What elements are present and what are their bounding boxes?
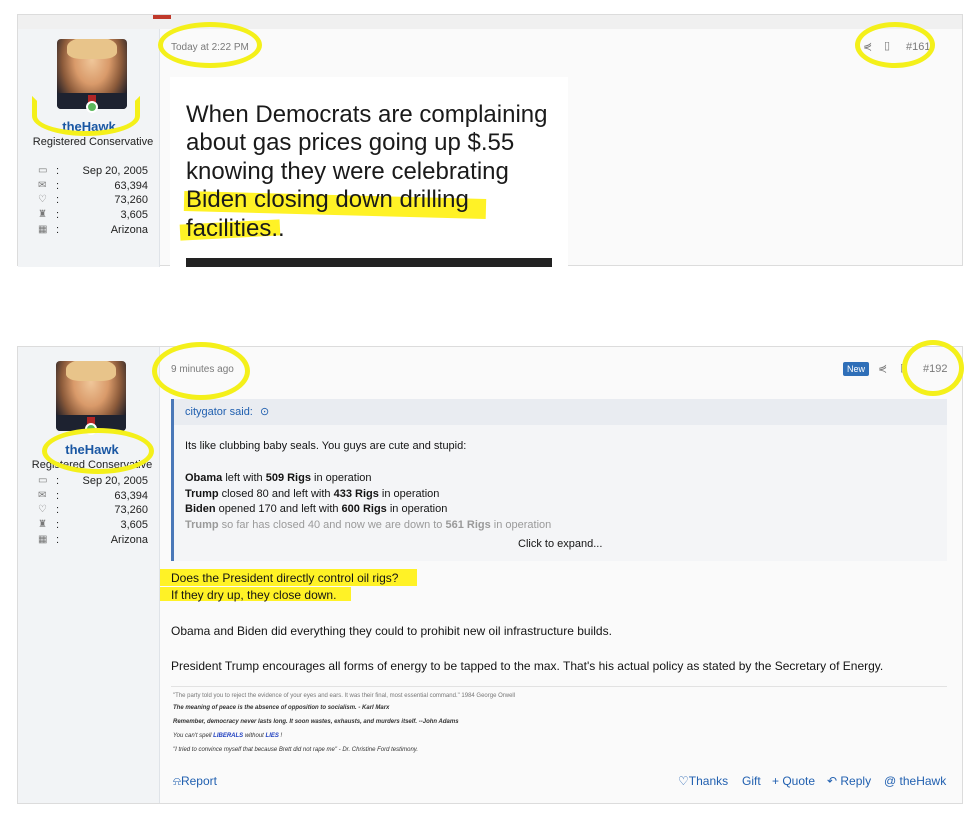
- user-stat-row: ▦: Arizona: [38, 534, 148, 547]
- stat-value: 63,394: [114, 489, 148, 502]
- stat-value: 3,605: [120, 209, 148, 222]
- user-title: Registered Conservative: [32, 136, 154, 148]
- signature-text: without: [243, 733, 266, 739]
- body-line-3: Obama and Biden did everything they coul…: [171, 624, 612, 638]
- signature-text: You can't spell: [173, 733, 214, 739]
- user-stat-row: ♡: 73,260: [38, 504, 148, 517]
- user-stat-row: ♜: 3,605: [38, 519, 148, 532]
- highlight-circle-post-number: [902, 340, 964, 396]
- quote-rig-line: Obama left with 509 Rigs in operation: [185, 472, 372, 484]
- user-stat-row: ✉: 63,394: [38, 180, 148, 193]
- user-sidebar: theHawk Registered Conservative ▭: Sep 20…: [18, 29, 160, 267]
- stat-value: Sep 20, 2005: [82, 475, 148, 487]
- trophy-icon: ♜: [38, 209, 47, 221]
- stat-colon: :: [56, 209, 60, 222]
- stat-colon: :: [56, 475, 60, 487]
- messages-icon: ✉: [38, 489, 47, 501]
- share-icon[interactable]: ⋞: [878, 362, 887, 375]
- user-sidebar: theHawk Registered Conservative ▭: Sep 20…: [18, 347, 160, 803]
- reactions-icon: ♡: [38, 194, 47, 206]
- trophy-icon: ♜: [38, 519, 47, 531]
- stat-colon: :: [56, 223, 60, 236]
- quote-author[interactable]: citygator said:: [185, 406, 253, 418]
- mention-button[interactable]: @ theHawk: [884, 774, 946, 788]
- map-icon: ▦: [38, 223, 48, 235]
- bell-icon: ⍾: [173, 774, 181, 788]
- click-to-expand[interactable]: Click to expand...: [518, 538, 602, 550]
- stat-value: Arizona: [110, 533, 148, 546]
- stat-value: 63,394: [114, 179, 148, 192]
- highlight-circle-username: [32, 96, 140, 136]
- thanks-button[interactable]: ♡Thanks: [678, 774, 728, 788]
- messages-icon: ✉: [38, 179, 47, 191]
- signature-liberals: LIBERALS: [213, 733, 244, 739]
- stat-value: 73,260: [114, 194, 148, 207]
- calendar-icon: ▭: [38, 475, 48, 486]
- stat-colon: :: [56, 179, 60, 192]
- arrow-up-circle-icon[interactable]: ⊙: [260, 405, 269, 418]
- meme-line-4: Biden closing down drilling: [186, 186, 469, 213]
- post-192: theHawk Registered Conservative ▭: Sep 20…: [17, 346, 963, 804]
- signature-lies: LIES: [265, 733, 279, 739]
- highlight-circle-post-number: [855, 22, 935, 68]
- at-icon: @: [884, 774, 900, 788]
- meme-line-5: facilities..: [186, 215, 285, 242]
- stat-colon: :: [56, 194, 60, 207]
- meme-image[interactable]: When Democrats are complaining about gas…: [170, 77, 568, 267]
- stat-value: Arizona: [110, 223, 148, 236]
- map-icon: ▦: [38, 533, 48, 545]
- meme-line-3: knowing they were celebrating: [186, 158, 509, 185]
- signature-text: !: [278, 733, 283, 739]
- meme-photo-edge: [186, 258, 552, 267]
- user-stat-row: ▭: Sep 20, 2005: [38, 165, 148, 178]
- quote-intro: Its like clubbing baby seals. You guys a…: [185, 440, 467, 452]
- user-stat-row: ♜: 3,605: [38, 209, 148, 222]
- body-line-1: Does the President directly control oil …: [171, 571, 399, 585]
- reply-icon: ↶: [827, 774, 841, 788]
- avatar[interactable]: [56, 361, 126, 431]
- highlight-circle-timestamp: [152, 342, 250, 400]
- reply-button[interactable]: ↶ Reply: [827, 774, 871, 788]
- stat-colon: :: [56, 165, 60, 177]
- quote-header: citygator said: ⊙: [174, 399, 947, 425]
- highlight-circle-timestamp: [158, 22, 262, 68]
- stat-value: Sep 20, 2005: [82, 165, 148, 177]
- stat-colon: :: [56, 504, 60, 517]
- quote-button[interactable]: + Quote: [772, 774, 815, 788]
- stat-colon: :: [56, 519, 60, 532]
- body-line-4: President Trump encourages all forms of …: [171, 659, 884, 673]
- stat-colon: :: [56, 533, 60, 546]
- reactions-icon: ♡: [38, 504, 47, 516]
- stat-value: 3,605: [120, 519, 148, 532]
- signature-line-1: "The party told you to reject the eviden…: [173, 693, 516, 699]
- thumbs-up-icon: ♡: [678, 774, 689, 788]
- quote-rig-line: Trump closed 80 and left with 433 Rigs i…: [185, 487, 440, 500]
- stat-value: 73,260: [114, 504, 148, 517]
- signature-line-2: The meaning of peace is the absence of o…: [173, 705, 390, 711]
- stat-colon: :: [56, 489, 60, 502]
- signature-line-5: "I tried to convince myself that because…: [173, 747, 419, 753]
- user-stat-row: ▭: Sep 20, 2005: [38, 475, 148, 488]
- quote-rig-line: Biden opened 170 and left with 600 Rigs …: [185, 503, 448, 515]
- post-161: theHawk Registered Conservative ▭: Sep 20…: [17, 14, 963, 267]
- user-stat-row: ▦: Arizona: [38, 224, 148, 237]
- previous-post-red-tab: [153, 15, 171, 19]
- user-stat-row: ✉: 63,394: [38, 490, 148, 503]
- signature-line-4: You can't spell LIBERALS without LIES !: [173, 733, 282, 739]
- new-badge: New: [843, 362, 870, 376]
- quote-block: citygator said: ⊙ Its like clubbing baby…: [171, 399, 947, 561]
- signature-line-3: Remember, democracy never lasts long. It…: [173, 719, 459, 725]
- body-line-2: If they dry up, they close down.: [171, 588, 337, 602]
- highlight-circle-username: [42, 428, 154, 474]
- gift-button[interactable]: Gift: [742, 774, 761, 788]
- meme-line-2: about gas prices going up $.55: [186, 129, 515, 156]
- calendar-icon: ▭: [38, 165, 48, 176]
- meme-line-1: When Democrats are complaining: [186, 101, 548, 128]
- user-stat-row: ♡: 73,260: [38, 194, 148, 207]
- quote-rig-line: Trump so far has closed 40 and now we ar…: [185, 518, 552, 531]
- report-link[interactable]: ⍾Report: [173, 774, 217, 789]
- signature-divider: [171, 686, 947, 687]
